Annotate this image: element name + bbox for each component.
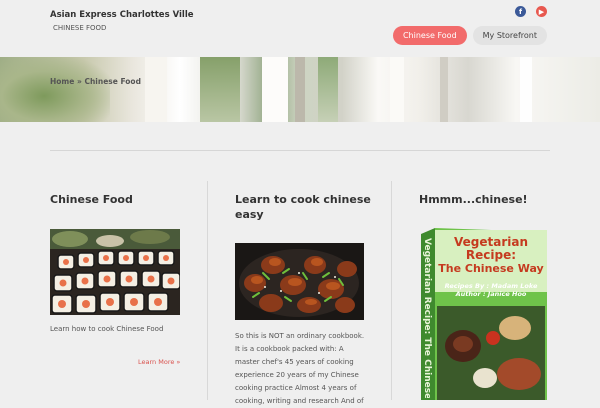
column-excerpt: So this is NOT an ordinary cookbook. It …	[235, 330, 364, 408]
column-hmmm-chinese: Hmmm...chinese!	[419, 192, 528, 207]
column-title[interactable]: Learn to cook chinese easy	[235, 192, 371, 222]
youtube-icon[interactable]: ▶	[536, 6, 547, 17]
column-divider	[391, 181, 392, 400]
cookbook-cover-image[interactable]: Vegetarian Recipe: The Chinese Way Veget…	[419, 228, 549, 400]
nav-item-chinese-food[interactable]: Chinese Food	[392, 26, 467, 45]
page-banner	[0, 57, 600, 122]
excerpt-line: cooking, writing and research And of	[235, 397, 364, 405]
column-title[interactable]: Hmmm...chinese!	[419, 192, 528, 207]
excerpt-line: cooking practice Almost 4 years of	[235, 384, 357, 392]
excerpt-line: So this is NOT an ordinary cookbook.	[235, 332, 365, 340]
breadcrumb-home-link[interactable]: Home	[50, 77, 74, 86]
learn-more-link[interactable]: Learn More »	[138, 358, 180, 366]
breadcrumb-current: Chinese Food	[84, 77, 141, 86]
book-credit-line: Author : Janice Hoo	[455, 290, 527, 298]
breadcrumb: Home » Chinese Food	[50, 77, 141, 86]
facebook-icon[interactable]: f	[515, 6, 526, 17]
chinese-dish-image[interactable]	[235, 243, 364, 320]
section-divider	[50, 150, 550, 151]
column-learn-to-cook: Learn to cook chinese easy	[235, 192, 371, 222]
column-title-line: easy	[235, 208, 264, 221]
sushi-image[interactable]	[50, 229, 180, 315]
excerpt-line: master chef's 45 years of cooking	[235, 358, 354, 366]
nav-item-my-storefront[interactable]: My Storefront	[472, 26, 547, 45]
column-chinese-food: Chinese Food	[50, 192, 133, 207]
book-title-line: Recipe:	[465, 248, 517, 262]
column-excerpt: Learn how to cook Chinese Food	[50, 325, 164, 333]
column-title[interactable]: Chinese Food	[50, 192, 133, 207]
book-credit-line: Recipes By : Madam Loke	[444, 282, 538, 290]
excerpt-line: It is a cookbook packed with: A	[235, 345, 344, 353]
column-divider	[207, 181, 208, 400]
breadcrumb-separator: »	[76, 77, 82, 86]
column-title-line: Learn to cook chinese	[235, 193, 371, 206]
book-spine-text: Vegetarian Recipe: The Chinese Way	[422, 238, 432, 398]
book-title-line: The Chinese Way	[438, 262, 544, 275]
social-links: f ▶	[515, 6, 547, 17]
excerpt-line: experience 20 years of my Chinese	[235, 371, 359, 379]
main-nav: Chinese Food My Storefront	[392, 26, 547, 45]
site-tagline: CHINESE FOOD	[53, 24, 107, 32]
site-title[interactable]: Asian Express Charlottes Ville	[50, 10, 194, 20]
